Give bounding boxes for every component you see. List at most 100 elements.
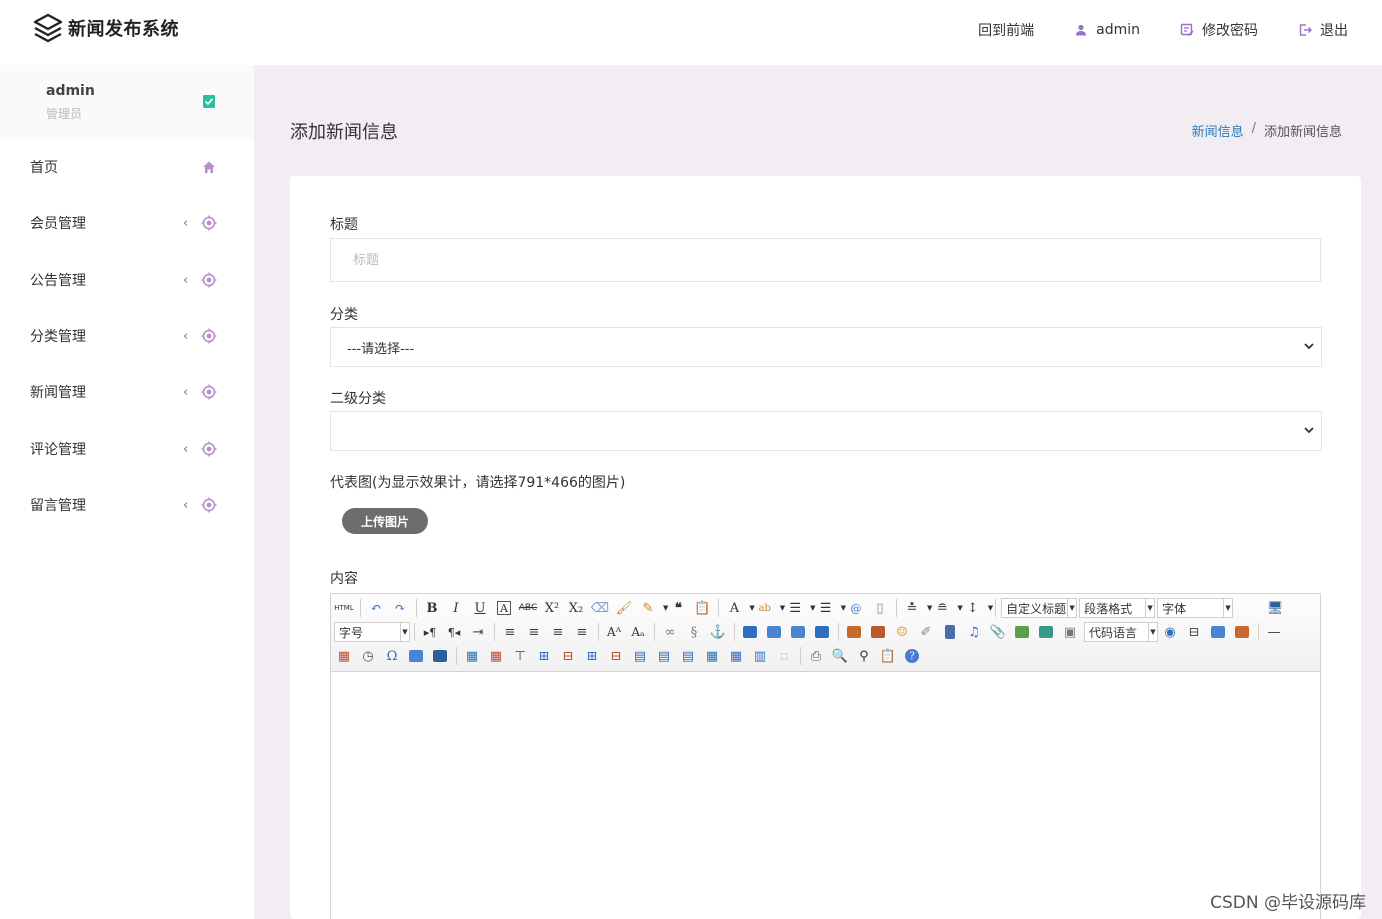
insert-row-icon[interactable]: ⊞ [534, 646, 554, 666]
insert-paragraph-before-table-icon[interactable]: ⊤ [510, 646, 530, 666]
sidebar-item-notices[interactable]: 公告管理 ‹ [0, 260, 254, 300]
strikethrough-icon[interactable]: ABC [518, 598, 538, 618]
align-left-icon[interactable]: ≡ [500, 622, 520, 642]
blockquote-icon[interactable]: ❝ [668, 598, 688, 618]
uppercase-icon[interactable]: Aᴬ [604, 622, 624, 642]
merge-down-icon[interactable]: ▤ [678, 646, 698, 666]
row-spacing-top-icon[interactable]: ≛ [902, 598, 922, 618]
bold-icon[interactable]: B [422, 598, 442, 618]
sidebar-item-home[interactable]: 首页 [0, 147, 254, 187]
insert-frame-icon[interactable]: ▣ [1060, 622, 1080, 642]
delete-col-icon[interactable]: ⊟ [606, 646, 626, 666]
image-right-icon[interactable] [788, 622, 808, 642]
category-select[interactable]: ---请选择--- [330, 327, 1322, 367]
upload-image-button[interactable]: 上传图片 [342, 508, 428, 534]
html-source-button[interactable]: HTML [334, 598, 354, 618]
delete-table-icon[interactable]: ▦ [486, 646, 506, 666]
print-icon[interactable]: ⎙ [806, 646, 826, 666]
font-border-icon[interactable]: A [497, 601, 511, 615]
simple-upload-icon[interactable] [844, 622, 864, 642]
split-rows-icon[interactable]: ▦ [726, 646, 746, 666]
breadcrumb-parent-link[interactable]: 新闻信息 [1192, 121, 1244, 140]
sidebar-item-categories[interactable]: 分类管理 ‹ [0, 316, 254, 356]
special-chars-icon[interactable]: Ω [382, 646, 402, 666]
font-family-combo[interactable]: 字体 ▼ [1157, 598, 1234, 618]
sidebar-item-members[interactable]: 会员管理 ‹ [0, 203, 254, 243]
pagebreak-icon[interactable]: ⊟ [1184, 622, 1204, 642]
gmap-icon[interactable] [1036, 622, 1056, 642]
fullscreen-icon[interactable]: 🖥 [1265, 598, 1285, 618]
align-right-icon[interactable]: ≡ [548, 622, 568, 642]
font-size-combo[interactable]: 字号 ▼ [334, 622, 410, 642]
split-cells-icon[interactable]: ▦ [702, 646, 722, 666]
delete-row-icon[interactable]: ⊟ [558, 646, 578, 666]
auto-typeset-icon[interactable]: ✎ [638, 598, 658, 618]
word-paste-icon[interactable] [430, 646, 450, 666]
line-height-icon[interactable]: ↕ [963, 598, 983, 618]
ordered-list-icon[interactable]: ☰ [785, 598, 805, 618]
background-color-icon[interactable]: ab [755, 598, 775, 618]
horizontal-rule-icon[interactable]: — [1264, 622, 1284, 642]
sidebar-item-comments[interactable]: 评论管理 ‹ [0, 429, 254, 469]
align-center-icon[interactable]: ≡ [524, 622, 544, 642]
italic-icon[interactable]: I [446, 598, 466, 618]
brand-logo[interactable]: 新闻发布系统 [32, 12, 179, 44]
map-icon[interactable] [1012, 622, 1032, 642]
custom-title-combo[interactable]: 自定义标题 ▼ [1001, 598, 1078, 618]
template-icon[interactable] [1208, 622, 1228, 642]
indent-icon[interactable]: ⇥ [468, 622, 488, 642]
merge-cells-icon[interactable]: ▤ [630, 646, 650, 666]
clear-document-icon[interactable]: ▯ [870, 598, 890, 618]
insert-image-icon[interactable] [868, 622, 888, 642]
nav-frontend-link[interactable]: 回到前端 [978, 20, 1034, 40]
nav-logout-link[interactable]: 退出 [1298, 20, 1348, 40]
paste-plain-icon[interactable]: 📋 [692, 598, 712, 618]
row-spacing-bottom-icon[interactable]: ≘ [932, 598, 952, 618]
font-color-icon[interactable]: A [724, 598, 744, 618]
dropdown-arrow-icon[interactable]: ▼ [988, 604, 993, 612]
subscript-icon[interactable]: X₂ [566, 598, 586, 618]
undo-icon[interactable]: ↶ [366, 598, 386, 618]
superscript-icon[interactable]: X² [542, 598, 562, 618]
subcategory-select[interactable] [330, 411, 1322, 451]
format-brush-icon[interactable]: 🖌 [614, 598, 634, 618]
time-icon[interactable]: ◷ [358, 646, 378, 666]
search-replace-icon[interactable]: ⚲ [854, 646, 874, 666]
link-icon[interactable]: ∞ [660, 622, 680, 642]
lowercase-icon[interactable]: Aₐ [628, 622, 648, 642]
insert-table-icon[interactable]: ▦ [462, 646, 482, 666]
image-center-icon[interactable] [812, 622, 832, 642]
scrawl-icon[interactable]: ✐ [916, 622, 936, 642]
sidebar-item-news[interactable]: 新闻管理 ‹ [0, 372, 254, 412]
editor-content-area[interactable] [331, 673, 1320, 919]
nav-change-password-link[interactable]: 修改密码 [1180, 20, 1258, 40]
date-icon[interactable]: ▦ [334, 646, 354, 666]
paragraph-format-combo[interactable]: 段落格式 ▼ [1079, 598, 1156, 618]
drafts-icon[interactable]: 📋 [878, 646, 898, 666]
split-cols-icon[interactable]: ▥ [750, 646, 770, 666]
preview-icon[interactable]: 🔍 [830, 646, 850, 666]
unordered-list-icon[interactable]: ☰ [816, 598, 836, 618]
sidebar-item-messages[interactable]: 留言管理 ‹ [0, 485, 254, 525]
select-all-icon[interactable]: @ [846, 598, 866, 618]
image-left-icon[interactable] [764, 622, 784, 642]
emotion-icon[interactable]: ☺ [892, 622, 912, 642]
nav-admin-link[interactable]: admin [1074, 22, 1140, 38]
redo-icon[interactable]: ↷ [390, 598, 410, 618]
webapp-icon[interactable]: ◉ [1160, 622, 1180, 642]
attachment-icon[interactable]: 📎 [988, 622, 1008, 642]
code-language-combo[interactable]: 代码语言 ▼ [1084, 622, 1158, 642]
insert-video-icon[interactable] [940, 622, 960, 642]
wordimage-icon[interactable] [406, 646, 426, 666]
image-none-icon[interactable] [740, 622, 760, 642]
rtl-icon[interactable]: ¶◂ [444, 622, 464, 642]
insert-col-icon[interactable]: ⊞ [582, 646, 602, 666]
underline-icon[interactable]: U [470, 598, 490, 618]
merge-right-icon[interactable]: ▤ [654, 646, 674, 666]
help-icon[interactable]: ? [905, 649, 919, 663]
unlink-icon[interactable]: § [684, 622, 704, 642]
eraser-icon[interactable]: ⌫ [590, 598, 610, 618]
align-justify-icon[interactable]: ≡ [572, 622, 592, 642]
ltr-icon[interactable]: ▸¶ [420, 622, 440, 642]
background-icon[interactable] [1232, 622, 1252, 642]
